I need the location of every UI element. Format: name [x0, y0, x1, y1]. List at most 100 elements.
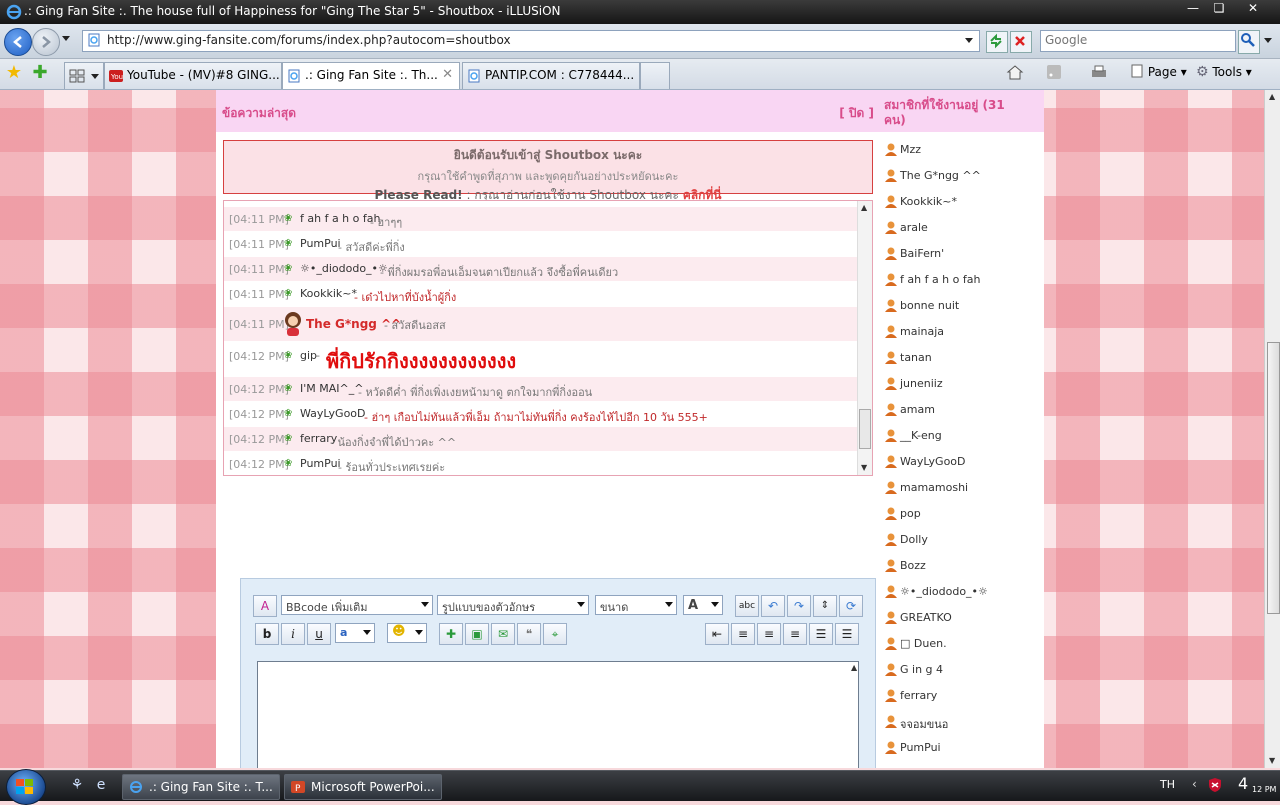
insert-email-icon[interactable]: ✉ — [491, 623, 515, 645]
align-left-icon[interactable]: ≡ — [731, 623, 755, 645]
code-icon[interactable]: ⌖ — [543, 623, 567, 645]
windows-logo-icon — [16, 779, 33, 794]
align-center-icon[interactable]: ≡ — [757, 623, 781, 645]
bbcode-select[interactable]: BBcode เพิ่มเติม — [281, 595, 433, 615]
taskbar-powerpoint-window[interactable]: P Microsoft PowerPoi... — [284, 774, 442, 800]
svg-text:P: P — [295, 784, 301, 794]
font-select[interactable]: รูปแบบของตัวอักษร — [437, 595, 589, 615]
shout-time: [04:12 PM] — [229, 408, 289, 421]
stop-button[interactable] — [1010, 31, 1032, 53]
language-indicator[interactable]: TH — [1160, 778, 1175, 791]
back-button[interactable] — [4, 28, 32, 56]
minimize-button[interactable]: — — [1180, 0, 1206, 18]
outdent-icon[interactable]: ⇤ — [705, 623, 729, 645]
member-name: WayLyGooD — [900, 455, 966, 468]
underline-button[interactable]: u — [307, 623, 331, 645]
shout-list[interactable]: [04:11 PM] ❀ f ah f a h o fah - ฮาๆๆ [04… — [223, 200, 873, 476]
shout-message: - หวัดดีค่ำ พี่กิ่งเพิ่งเงยหน้ามาดู ตกใจ… — [358, 383, 592, 401]
search-button[interactable] — [1238, 30, 1260, 54]
forward-button[interactable] — [32, 28, 60, 56]
insert-link-icon[interactable]: ✚ — [439, 623, 463, 645]
clock[interactable]: 4 — [1238, 774, 1248, 793]
address-field[interactable] — [82, 30, 980, 52]
shout-user[interactable]: I'M MAI^_^ — [300, 382, 363, 395]
print-icon[interactable] — [1090, 64, 1108, 83]
shout-scrollbar[interactable]: ▲ ▼ — [857, 201, 872, 475]
user-icon — [885, 429, 897, 442]
emoticon-select[interactable]: ☻ — [387, 623, 427, 643]
avatar — [285, 312, 301, 336]
align-right-icon[interactable]: ≡ — [783, 623, 807, 645]
shout-user[interactable]: WayLyGooD — [300, 407, 366, 420]
resize-icon[interactable]: ⇕ — [813, 595, 837, 617]
quick-tabs-icon — [69, 69, 85, 83]
font-color-select[interactable]: A — [683, 595, 723, 615]
spellcheck-icon[interactable]: abc — [735, 595, 759, 617]
insert-image-icon[interactable]: ▣ — [465, 623, 489, 645]
redo-icon[interactable]: ↷ — [787, 595, 811, 617]
shout-user[interactable]: PumPui — [300, 237, 341, 250]
bold-button[interactable]: b — [255, 623, 279, 645]
show-hidden-icons-icon[interactable]: ‹ — [1192, 777, 1197, 791]
url-dropdown-icon[interactable] — [965, 38, 973, 43]
sprout-icon: ❀ — [284, 383, 293, 394]
member-name: Bozz — [900, 559, 926, 572]
shout-row: [04:11 PM] ❀ PumPui - สวัสดีค่ะพี่กิ่ง — [224, 232, 858, 256]
quicklaunch-app-icon[interactable]: ⚘ — [68, 777, 86, 795]
italic-button[interactable]: i — [281, 623, 305, 645]
shout-user[interactable]: Kookkik~* — [300, 287, 357, 300]
home-icon[interactable] — [1006, 64, 1024, 83]
user-icon — [885, 663, 897, 676]
font-effect-select[interactable]: a — [335, 623, 375, 643]
favorites-star-icon[interactable]: ★ — [4, 63, 24, 83]
quick-tabs-button[interactable] — [64, 62, 104, 89]
close-shoutbox-link[interactable]: [ ปิด ] — [839, 104, 874, 123]
page-scroll-down-icon[interactable]: ▼ — [1269, 756, 1275, 765]
tab-youtube[interactable]: You YouTube - (MV)#8 GING... — [104, 62, 282, 89]
switch-mode-icon[interactable]: ⟳ — [839, 595, 863, 617]
search-input[interactable] — [1045, 32, 1225, 48]
shout-message: - น้องกิ่งจำพี่ได้ป่าวคะ ^^ — [330, 433, 456, 451]
tab-pantip[interactable]: PANTIP.COM : C778444... — [462, 62, 640, 89]
search-field[interactable] — [1040, 30, 1236, 52]
page-scroll-thumb[interactable] — [1267, 342, 1280, 614]
member-name: จจอมขนอ — [900, 718, 949, 731]
add-favorite-icon[interactable]: ✚ — [30, 63, 50, 83]
search-provider-dropdown-icon[interactable] — [1264, 38, 1272, 43]
scroll-up-icon[interactable]: ▲ — [861, 203, 867, 212]
quote-icon[interactable]: ❝ — [517, 623, 541, 645]
scroll-down-icon[interactable]: ▼ — [861, 463, 867, 472]
page-scrollbar[interactable]: ▲ ▼ — [1264, 90, 1280, 768]
shout-user[interactable]: ☼•_diododo_•☼ — [300, 262, 388, 275]
shout-user[interactable]: f ah f a h o fah — [300, 212, 380, 225]
undo-icon[interactable]: ↶ — [761, 595, 785, 617]
restore-button[interactable]: ❏ — [1206, 0, 1232, 18]
home-icon-svg — [1006, 65, 1024, 80]
textarea-scroll-up-icon[interactable]: ▲ — [851, 663, 857, 672]
tools-menu[interactable]: ⚙ Tools ▾ — [1196, 64, 1252, 80]
size-select[interactable]: ขนาด — [595, 595, 677, 615]
url-input[interactable] — [107, 32, 947, 48]
close-tab-icon[interactable]: ✕ — [442, 67, 453, 82]
shout-user[interactable]: gip — [300, 349, 317, 362]
message-textarea[interactable] — [257, 661, 859, 768]
quicklaunch-ie-icon[interactable]: e — [92, 777, 110, 795]
tab-list-dropdown-icon[interactable] — [91, 74, 99, 79]
shout-time: [04:12 PM] — [229, 458, 289, 471]
close-window-button[interactable]: ✕ — [1240, 0, 1266, 18]
page-scroll-up-icon[interactable]: ▲ — [1269, 92, 1275, 101]
refresh-button[interactable] — [986, 31, 1008, 53]
shout-user[interactable]: PumPui — [300, 457, 341, 470]
tab-ging-fan-site[interactable]: .: Ging Fan Site :. Th... ✕ — [282, 62, 460, 89]
scroll-thumb[interactable] — [859, 409, 871, 449]
new-tab-button[interactable] — [640, 62, 670, 89]
format-toggle-icon[interactable]: A — [253, 595, 277, 617]
taskbar-ie-window[interactable]: .: Ging Fan Site :. T... — [122, 774, 280, 800]
security-shield-icon[interactable] — [1208, 777, 1222, 793]
member-name: ☼•_diododo_•☼ — [900, 585, 988, 598]
feeds-icon[interactable] — [1046, 64, 1062, 83]
page-menu[interactable]: Page ▾ — [1130, 64, 1187, 79]
history-dropdown-icon[interactable] — [62, 36, 70, 41]
ordered-list-icon[interactable]: ☰ — [809, 623, 833, 645]
unordered-list-icon[interactable]: ☰ — [835, 623, 859, 645]
